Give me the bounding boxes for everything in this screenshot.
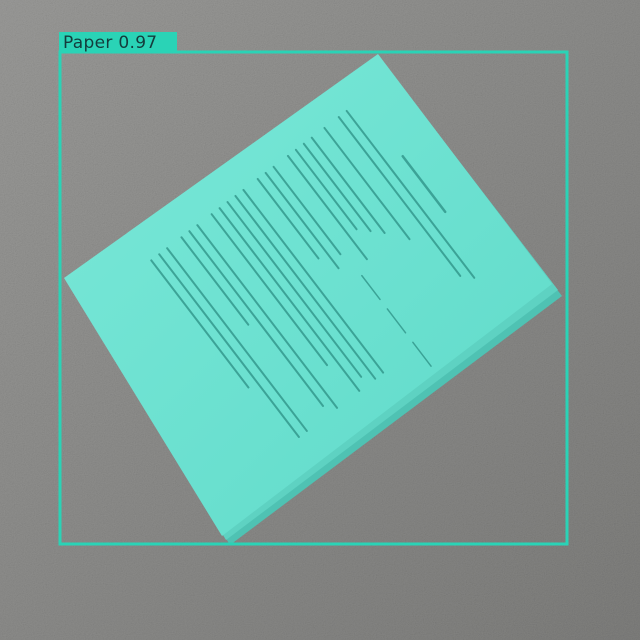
detection-class-name: Paper [63, 33, 113, 53]
detection-label: Paper 0.97 [59, 32, 161, 53]
photo-scene [0, 0, 640, 640]
detection-confidence: 0.97 [118, 33, 158, 53]
